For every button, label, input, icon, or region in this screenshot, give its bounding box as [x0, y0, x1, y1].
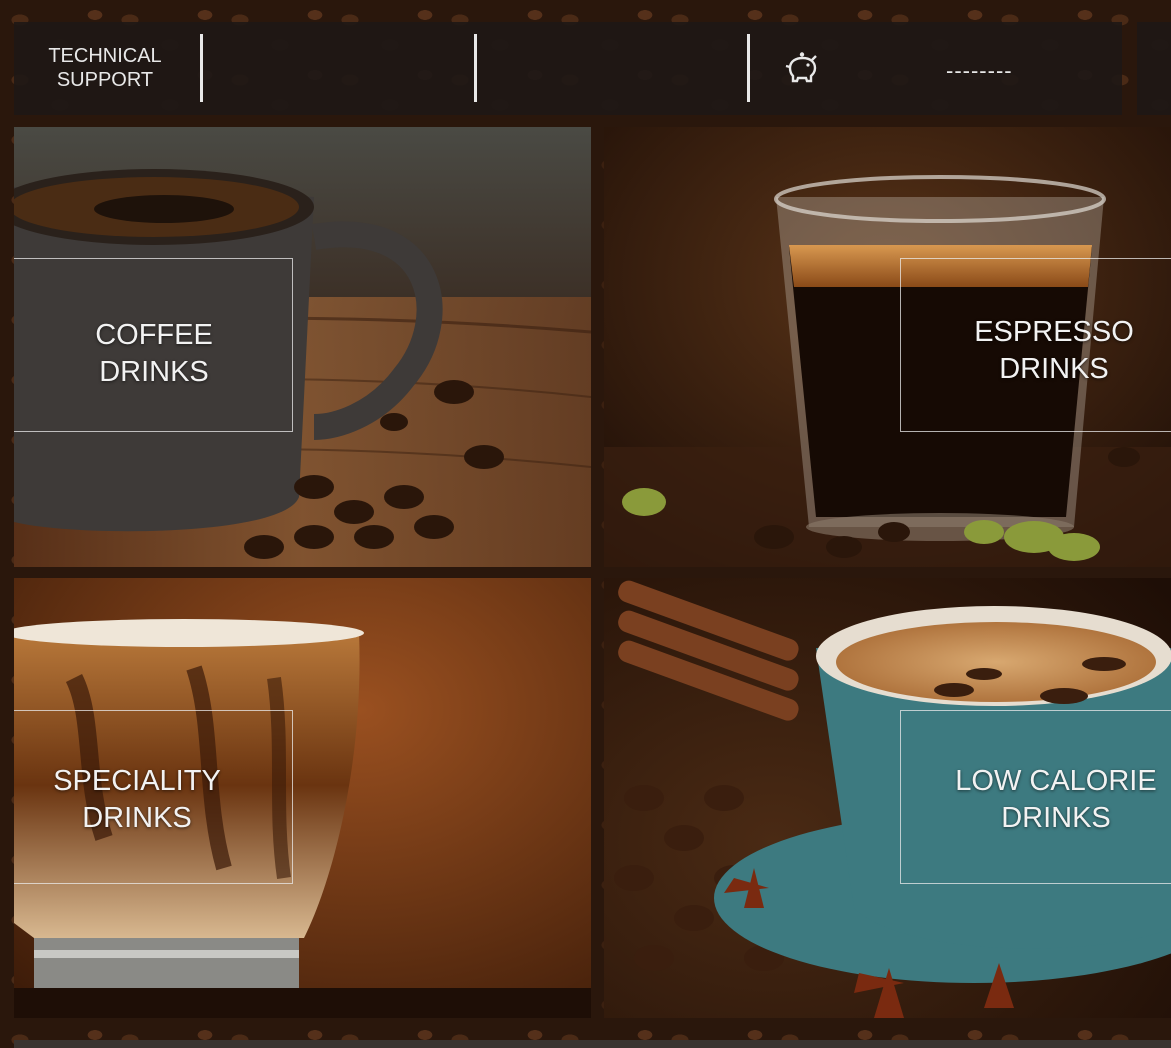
- coffee-drinks-tile[interactable]: COFFEE DRINKS: [14, 127, 591, 567]
- piggy-bank-icon: [785, 52, 817, 83]
- technical-support-button[interactable]: TECHNICAL SUPPORT: [30, 44, 180, 92]
- speciality-drinks-label: SPECIALITY DRINKS: [53, 765, 221, 834]
- technical-support-label: TECHNICAL SUPPORT: [48, 45, 162, 91]
- espresso-drinks-tile[interactable]: ESPRESSO DRINKS: [604, 127, 1171, 567]
- divider: [747, 34, 750, 102]
- divider: [474, 34, 477, 102]
- low-calorie-drinks-tile[interactable]: LOW CALORIE DRINKS: [604, 578, 1171, 1018]
- divider: [200, 34, 203, 102]
- espresso-drinks-label: ESPRESSO DRINKS: [974, 316, 1134, 385]
- bottom-bar: [14, 1040, 1171, 1048]
- low-calorie-drinks-label: LOW CALORIE DRINKS: [955, 765, 1157, 834]
- balance-display: --------: [946, 58, 1013, 83]
- top-bar: TECHNICAL SUPPORT --------: [14, 22, 1122, 115]
- top-bar-edge: [1137, 22, 1171, 115]
- coffee-drinks-label: COFFEE DRINKS: [95, 319, 213, 388]
- speciality-drinks-tile[interactable]: SPECIALITY DRINKS: [14, 578, 591, 1018]
